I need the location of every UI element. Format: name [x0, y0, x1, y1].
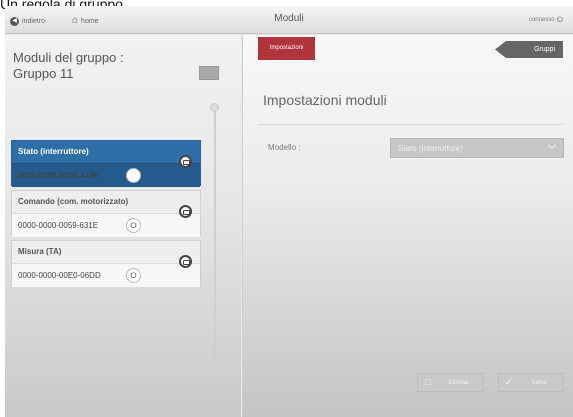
chevron-down-icon [547, 140, 557, 150]
list-rail [214, 110, 216, 382]
module-code: 0000-0000-00E0-06DD [18, 271, 101, 280]
delete-button-label: Elimina [448, 380, 469, 386]
divider [258, 124, 563, 125]
usb-icon: ⭘ [556, 15, 563, 24]
back-label: indietro [22, 17, 45, 25]
module-name: Comando (com. motorizzato) [18, 197, 129, 206]
connection-status-label: connesso [528, 17, 555, 23]
model-select-value: Stato (interruttore) [398, 144, 463, 153]
back-arrow-icon: ◀ [10, 16, 19, 26]
usb-icon[interactable]: ⭘ [126, 268, 141, 283]
module-name: Stato (interruttore) [18, 147, 89, 156]
trash-icon: □ [424, 377, 432, 388]
tab-impostazioni[interactable]: Impostazioni [258, 37, 315, 60]
module-code-row: 0000-0000-001B-419E ⭘ [12, 163, 200, 187]
module-code: 0000-0000-0059-631E [18, 221, 99, 230]
module-code: 0000-0000-001B-419E [18, 171, 100, 180]
rail-knob[interactable] [210, 103, 219, 112]
module-item-misura[interactable]: Misura (TA) 0000-0000-00E0-06DD ⭘ [11, 240, 201, 287]
home-button[interactable]: ⌂ home [72, 14, 99, 28]
settings-heading: Impostazioni moduli [263, 92, 387, 108]
module-item-comando[interactable]: Comando (com. motorizzato) 0000-0000-005… [11, 190, 201, 237]
home-icon: ⌂ [72, 15, 79, 26]
model-select[interactable]: Stato (interruttore) [390, 138, 564, 158]
back-button[interactable]: ◀ indietro [10, 14, 45, 28]
model-label: Modello : [268, 143, 301, 152]
module-code-row: 0000-0000-0059-631E ⭘ [12, 213, 200, 237]
tab-gruppi[interactable]: Gruppi [495, 41, 563, 58]
connection-status: connesso ⭘ [529, 15, 563, 25]
module-slot-icon[interactable] [179, 205, 192, 218]
usb-icon[interactable]: ⭘ [126, 218, 141, 233]
checkmark-icon: ✓ [504, 377, 514, 388]
top-bar: ◀ indietro ⌂ home Moduli connesso ⭘ [5, 6, 573, 34]
module-slot-icon[interactable] [179, 255, 192, 268]
save-button[interactable]: ✓ Salva [498, 373, 564, 392]
group-title: Moduli del gruppo : Gruppo 11 [13, 50, 124, 81]
module-item-stato[interactable]: Stato (interruttore) 0000-0000-001B-419E… [11, 140, 201, 187]
usb-icon[interactable]: ⭘ [126, 168, 141, 183]
edit-group-button[interactable] [199, 66, 219, 80]
delete-button[interactable]: □ Elimina [417, 373, 484, 392]
module-slot-icon[interactable] [179, 155, 192, 168]
app-title: Moduli [274, 13, 304, 24]
module-code-row: 0000-0000-00E0-06DD ⭘ [12, 263, 200, 287]
module-name: Misura (TA) [18, 247, 62, 256]
save-button-label: Salva [531, 380, 547, 386]
home-label: home [81, 17, 99, 25]
